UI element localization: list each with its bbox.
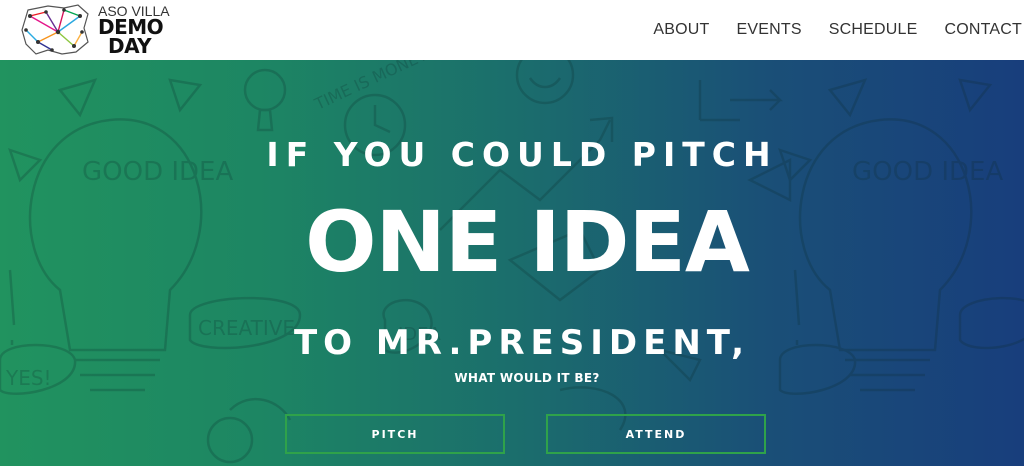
logo-line-day: DAY [108, 34, 152, 58]
nav-events[interactable]: EVENTS [737, 21, 802, 39]
main-nav: ABOUT EVENTS SCHEDULE CONTACT [626, 0, 1024, 60]
nav-schedule[interactable]: SCHEDULE [829, 21, 918, 39]
nav-about[interactable]: ABOUT [653, 21, 709, 39]
hero-line-president: TO MR.PRESIDENT, [293, 323, 751, 363]
doodle-time-money-text: TIME IS MONEY [311, 60, 430, 114]
nigeria-map-network-icon [21, 4, 89, 55]
attend-button[interactable]: ATTEND [546, 414, 766, 454]
pitch-button[interactable]: PITCH [285, 414, 505, 454]
logo[interactable]: ASO VILLA DEMO DAY [18, 2, 188, 58]
nav-contact[interactable]: CONTACT [944, 21, 1022, 39]
hero-line-one-idea: ONE IDEA [305, 193, 750, 291]
logo-text: ASO VILLA DEMO DAY [98, 4, 170, 56]
hero-banner: GOOD IDEA CREATIVE YES! TIME IS MONEY GO… [0, 60, 1024, 466]
site-header: ASO VILLA DEMO DAY ABOUT EVENTS SCHEDULE… [0, 0, 1024, 60]
hero-line-pitch: IF YOU COULD PITCH [266, 135, 778, 174]
hero-subline: WHAT WOULD IT BE? [454, 371, 600, 385]
